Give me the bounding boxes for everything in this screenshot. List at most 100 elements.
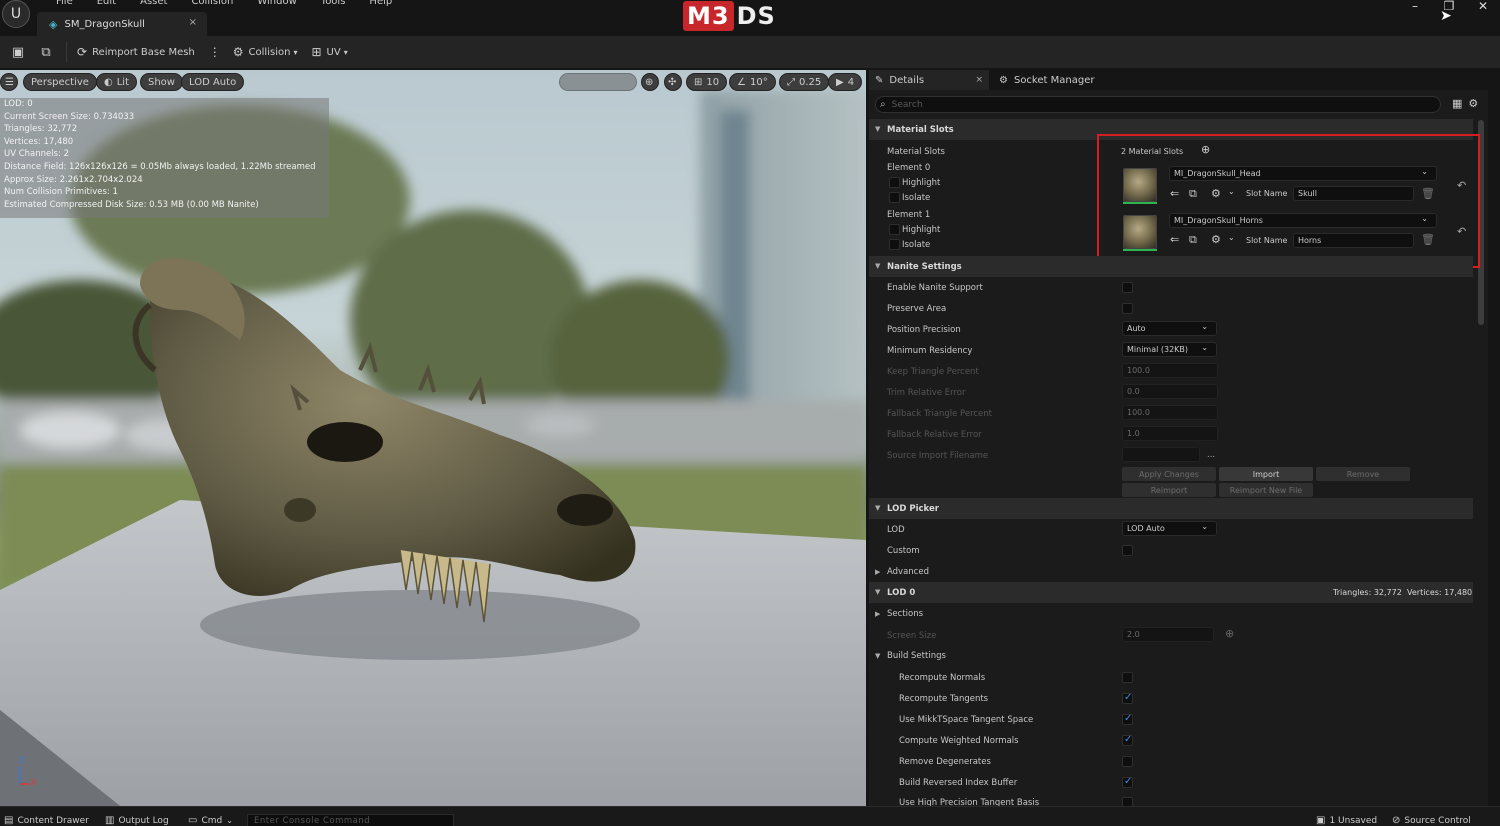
build-settings-label[interactable]: Build Settings xyxy=(887,651,946,661)
asset-tab[interactable]: ◈ SM_DragonSkull × xyxy=(37,12,207,36)
recompute-normals-checkbox[interactable] xyxy=(1122,672,1133,683)
mesh-viewport[interactable]: ☰ Perspective ◐ Lit Show LOD Auto ⊕ ✣ ⊞ 10… xyxy=(0,70,866,806)
unsaved-icon: ▣ xyxy=(1316,815,1326,826)
expand-arrow-icon[interactable]: ▶ xyxy=(875,568,880,576)
remove-degenerates-checkbox[interactable] xyxy=(1122,756,1133,767)
source-control-button[interactable]: ⊘ Source Control xyxy=(1392,815,1471,826)
reimport-new-file-button[interactable]: Reimport New File xyxy=(1219,483,1313,497)
keep-triangle-input[interactable]: 100.0 xyxy=(1122,363,1218,378)
camera-speed-button[interactable]: ▶ 4 xyxy=(828,73,863,91)
lod-label: LOD Auto xyxy=(189,76,237,88)
minimize-button[interactable]: – xyxy=(1398,0,1432,12)
tab-close-icon[interactable]: × xyxy=(189,17,197,28)
reversed-index-checkbox[interactable] xyxy=(1122,776,1133,788)
content-drawer-button[interactable]: ▤ Content Drawer xyxy=(4,815,89,826)
collapse-arrow-icon[interactable]: ▼ xyxy=(875,652,880,660)
tab-details[interactable]: ✎ Details × xyxy=(869,70,989,90)
grid-snap-button[interactable]: ⊞ 10 xyxy=(686,73,728,91)
weighted-normals-checkbox[interactable] xyxy=(1122,734,1133,746)
title-bar: U File Edit Asset Collision Window Tools… xyxy=(0,0,1500,36)
section-lod-picker[interactable]: ▼ LOD Picker xyxy=(869,498,1473,519)
details-search-input[interactable]: ⌕ Search xyxy=(875,96,1441,113)
scale-icon: ⤢ xyxy=(787,76,795,88)
fallback-error-label: Fallback Relative Error xyxy=(887,430,982,440)
reimport-base-mesh-button[interactable]: ⟳ Reimport Base Mesh xyxy=(77,45,195,59)
sections-label[interactable]: Sections xyxy=(887,609,923,619)
min-residency-select[interactable]: Minimal (32KB) ⌄ xyxy=(1122,342,1217,357)
collision-menu-button[interactable]: ⚙ Collision ▾ xyxy=(233,45,298,59)
static-mesh-icon: ◈ xyxy=(49,17,58,31)
unreal-logo-icon[interactable]: U xyxy=(2,0,30,28)
show-button[interactable]: Show xyxy=(140,73,183,91)
browse-asset-icon[interactable]: ⧉ xyxy=(36,45,56,60)
expand-arrow-icon[interactable]: ▶ xyxy=(875,610,880,618)
recompute-tangents-checkbox[interactable] xyxy=(1122,692,1133,704)
element0-highlight-checkbox[interactable] xyxy=(889,177,900,188)
reversed-index-label: Build Reversed Index Buffer xyxy=(899,778,1018,788)
menu-edit[interactable]: Edit xyxy=(85,0,128,8)
advanced-label[interactable]: Advanced xyxy=(887,567,929,577)
section-title: LOD Picker xyxy=(887,504,939,514)
source-import-input[interactable] xyxy=(1122,447,1200,462)
preserve-area-checkbox[interactable] xyxy=(1122,303,1133,314)
position-precision-select[interactable]: Auto ⌄ xyxy=(1122,321,1217,336)
uv-menu-button[interactable]: ⊞ UV ▾ xyxy=(311,45,347,59)
lit-button[interactable]: ◐ Lit xyxy=(96,73,138,91)
rotation-snap-button[interactable]: ∠ 10° xyxy=(729,73,776,91)
custom-lod-checkbox[interactable] xyxy=(1122,545,1133,556)
viewport-menu-button[interactable]: ☰ xyxy=(0,73,18,91)
import-button[interactable]: Import xyxy=(1219,467,1313,481)
enable-nanite-checkbox[interactable] xyxy=(1122,282,1133,293)
realtime-toggle-button[interactable]: ⊕ xyxy=(641,73,659,91)
stat-lod: LOD: 0 xyxy=(4,99,33,109)
remove-button[interactable]: Remove xyxy=(1316,467,1410,481)
save-icon[interactable]: ▣ xyxy=(8,45,28,60)
menu-help[interactable]: Help xyxy=(357,0,404,8)
element1-isolate-checkbox[interactable] xyxy=(889,239,900,250)
menu-tools[interactable]: Tools xyxy=(309,0,358,8)
custom-label: Custom xyxy=(887,546,920,556)
lod-select[interactable]: LOD Auto ⌄ xyxy=(1122,521,1217,536)
menu-window[interactable]: Window xyxy=(245,0,308,8)
surface-snap-button[interactable]: ✣ xyxy=(664,73,682,91)
chevron-down-icon: ⌄ xyxy=(1201,522,1208,531)
cmd-button[interactable]: ▭ Cmd ⌄ xyxy=(188,815,233,826)
tab-close-icon[interactable]: × xyxy=(975,75,983,85)
recompute-normals-label: Recompute Normals xyxy=(899,673,986,683)
realtime-icon: ⊕ xyxy=(645,76,654,88)
element0-isolate-checkbox[interactable] xyxy=(889,192,900,203)
table-view-icon[interactable]: ▦ xyxy=(1452,97,1462,110)
section-lod0[interactable]: ▼ LOD 0 Triangles: 32,772 Vertices: 17,4… xyxy=(869,582,1473,603)
close-window-button[interactable]: ✕ xyxy=(1466,0,1500,12)
section-nanite-settings[interactable]: ▼ Nanite Settings xyxy=(869,256,1473,277)
perspective-button[interactable]: Perspective xyxy=(23,73,97,91)
mikkt-checkbox[interactable] xyxy=(1122,713,1133,725)
unsaved-button[interactable]: ▣ 1 Unsaved xyxy=(1316,815,1377,826)
fallback-triangle-value: 100.0 xyxy=(1127,408,1150,417)
transform-tools-group[interactable] xyxy=(559,73,637,91)
scale-snap-button[interactable]: ⤢ 0.25 xyxy=(779,73,830,91)
browse-file-button[interactable]: ... xyxy=(1207,450,1215,460)
menu-file[interactable]: File xyxy=(44,0,85,8)
reimport-button[interactable]: Reimport xyxy=(1122,483,1216,497)
apply-changes-label: Apply Changes xyxy=(1139,469,1199,479)
fallback-triangle-input[interactable]: 100.0 xyxy=(1122,405,1218,420)
console-input[interactable]: Enter Console Command xyxy=(247,814,454,826)
more-options-icon[interactable]: ⋮ xyxy=(209,45,221,59)
screen-size-input[interactable]: 2.0 xyxy=(1122,627,1214,642)
stat-triangles: Triangles: 32,772 xyxy=(4,124,78,135)
reimport-new-label: Reimport New File xyxy=(1229,485,1303,495)
trim-error-input[interactable]: 0.0 xyxy=(1122,384,1218,399)
menu-asset[interactable]: Asset xyxy=(128,0,179,8)
content-drawer-icon: ▤ xyxy=(4,815,14,826)
output-log-button[interactable]: ▥ Output Log xyxy=(105,815,169,826)
apply-changes-button[interactable]: Apply Changes xyxy=(1122,467,1216,481)
stat-uv-channels: UV Channels: 2 xyxy=(4,149,70,160)
element1-highlight-checkbox[interactable] xyxy=(889,224,900,235)
fallback-error-input[interactable]: 1.0 xyxy=(1122,426,1218,441)
tab-socket-manager[interactable]: ⚙ Socket Manager xyxy=(989,70,1094,90)
lod-auto-button[interactable]: LOD Auto xyxy=(181,73,245,91)
menu-collision[interactable]: Collision xyxy=(179,0,245,8)
add-screen-size-icon[interactable]: ⊕ xyxy=(1225,627,1234,640)
settings-gear-icon[interactable]: ⚙ xyxy=(1468,97,1478,110)
